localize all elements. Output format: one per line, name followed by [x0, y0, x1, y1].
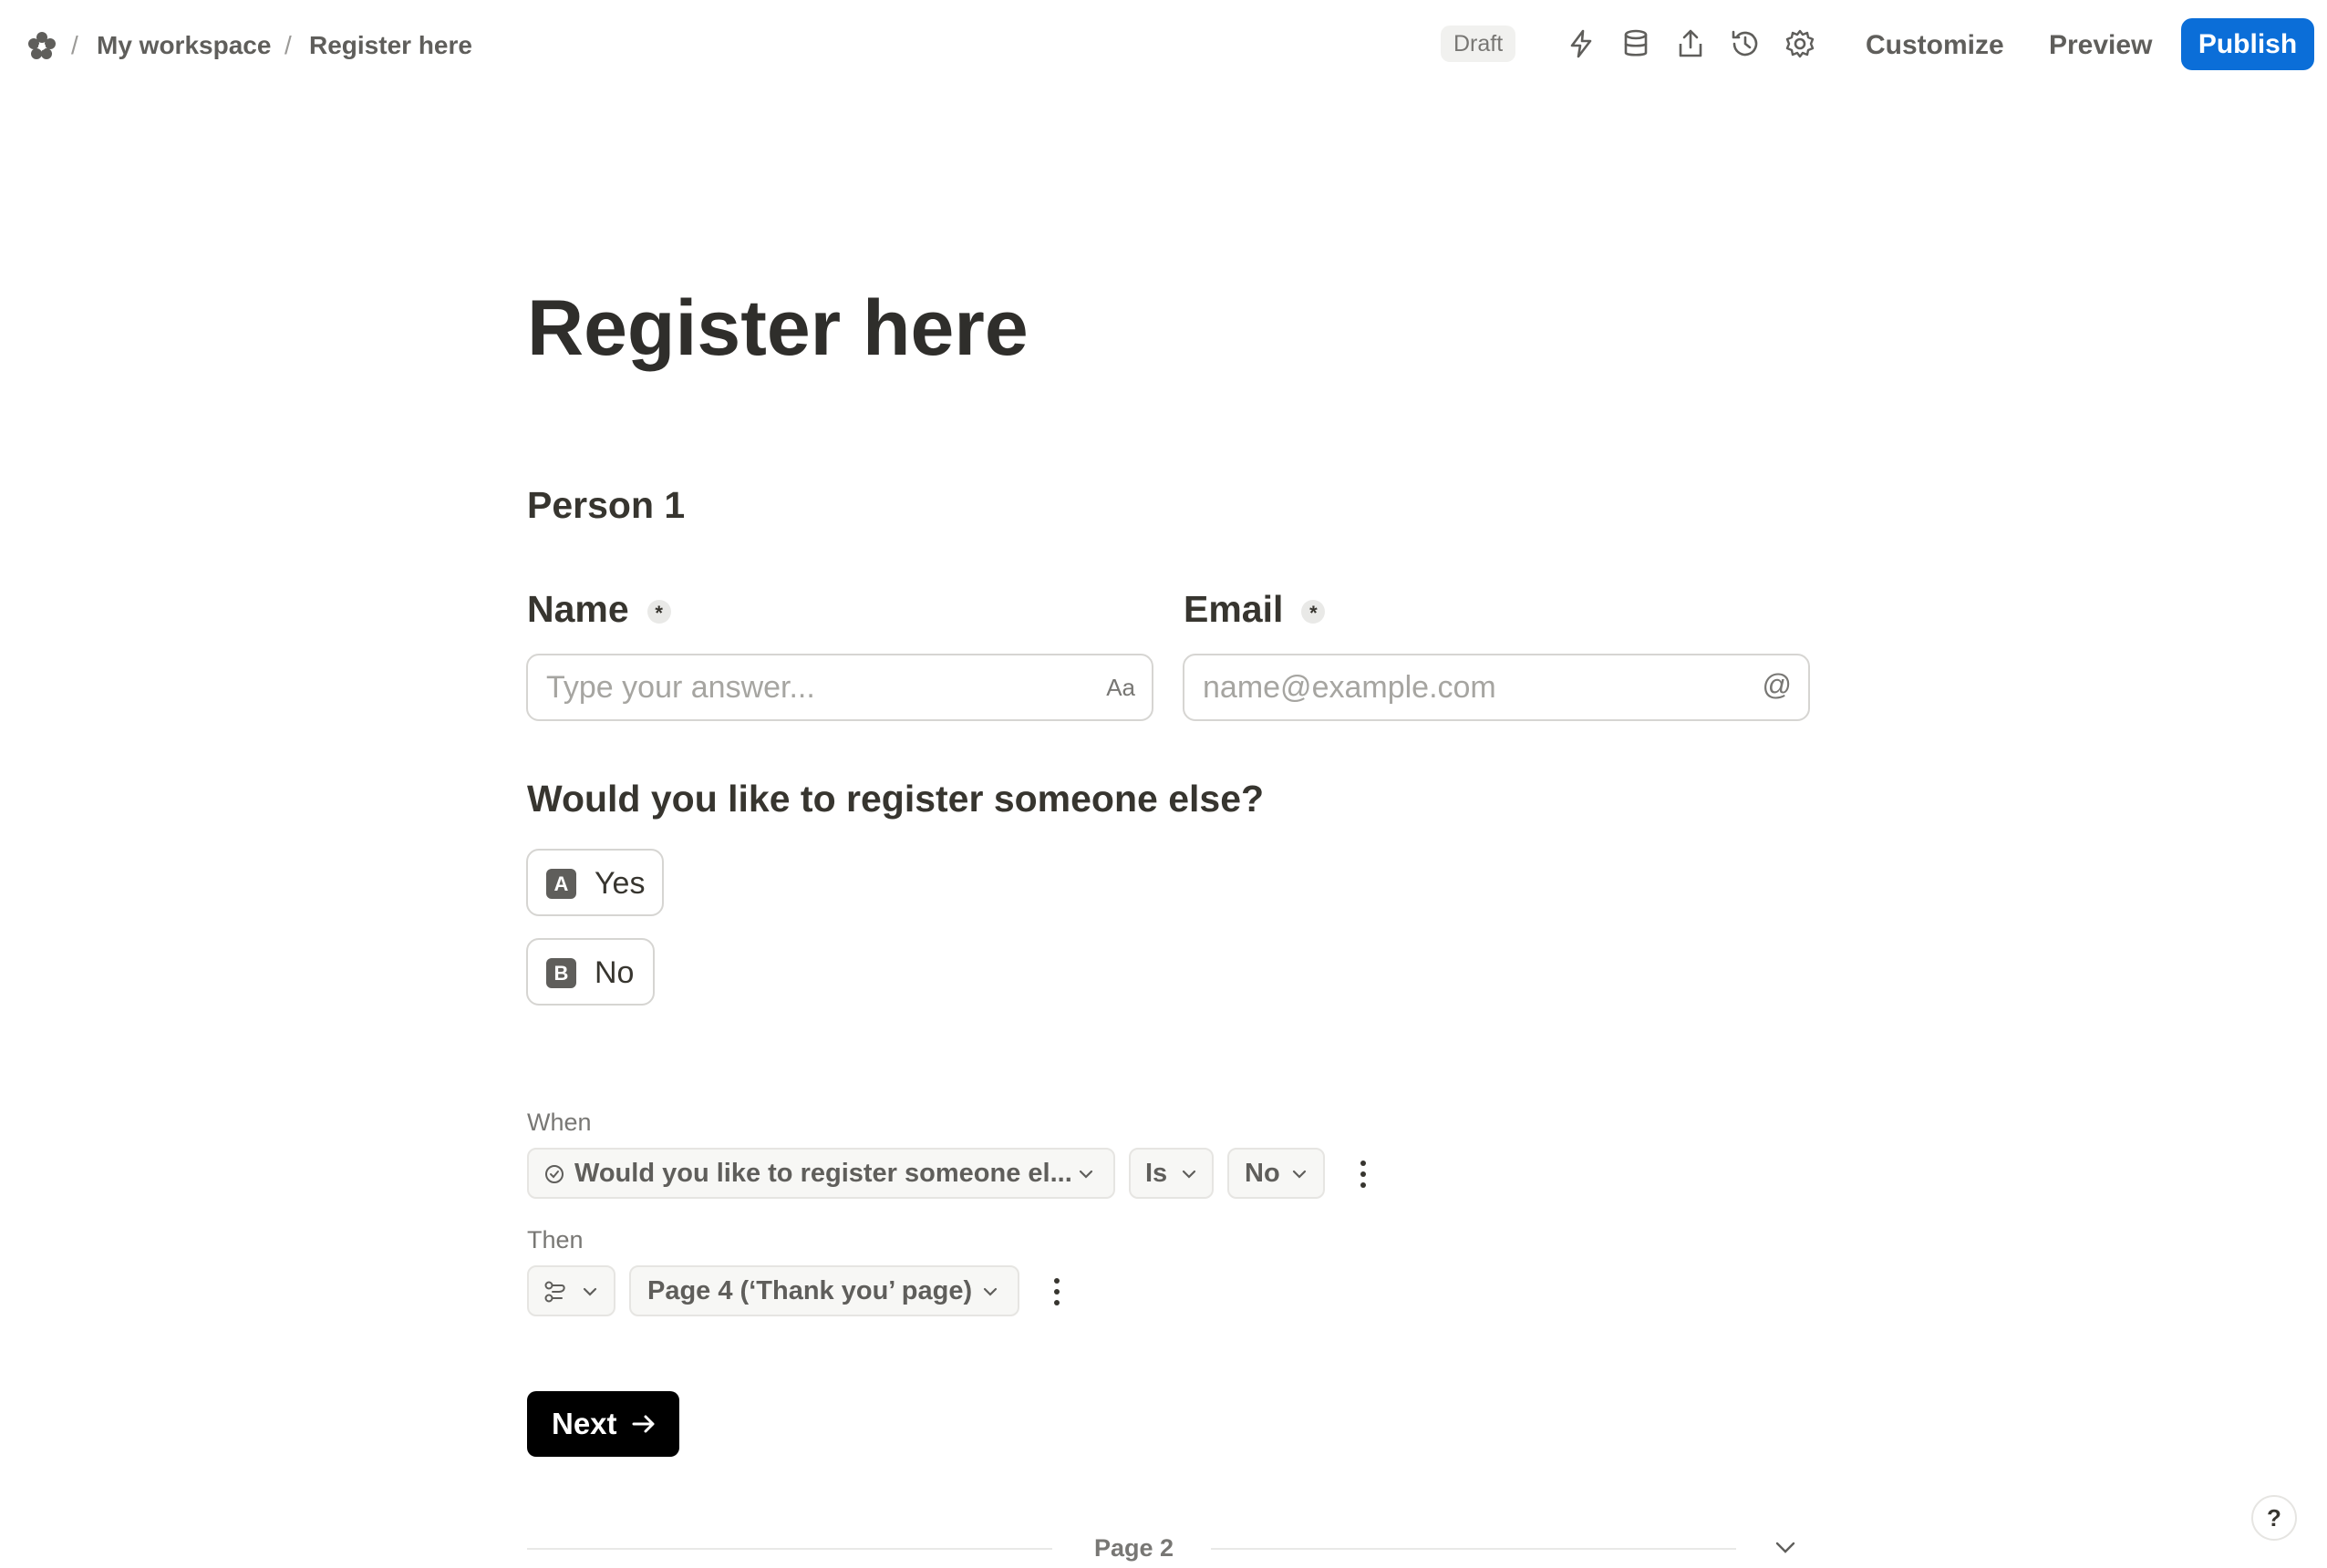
option-label: No: [595, 955, 635, 990]
target-page-dropdown[interactable]: Page 4 (‘Thank you’ page): [629, 1265, 1019, 1316]
chevron-down-icon: [982, 1284, 998, 1300]
page-label: Page 2: [1094, 1534, 1174, 1562]
automation-bolt-icon[interactable]: [1565, 27, 1598, 60]
name-field-label[interactable]: Name *: [527, 583, 671, 634]
check-circle-icon: [544, 1164, 564, 1184]
next-button[interactable]: Next: [527, 1391, 679, 1457]
share-icon[interactable]: [1674, 27, 1707, 60]
settings-gear-icon[interactable]: [1784, 27, 1816, 60]
preview-button[interactable]: Preview: [2049, 27, 2152, 64]
when-label: When: [527, 1109, 592, 1136]
condition-field-dropdown[interactable]: Would you like to register someone el...: [527, 1148, 1115, 1199]
chevron-down-icon: [1078, 1166, 1094, 1182]
condition-value-dropdown[interactable]: No: [1227, 1148, 1325, 1199]
condition-value-text: No: [1245, 1159, 1280, 1188]
workspace-logo-icon[interactable]: [26, 29, 58, 62]
next-button-label: Next: [552, 1407, 617, 1440]
page-divider-right: [1211, 1548, 1736, 1550]
branch-logic-icon: [543, 1280, 567, 1304]
then-label: Then: [527, 1226, 584, 1253]
operator-dropdown[interactable]: Is: [1129, 1148, 1214, 1199]
option-key-a: A: [546, 869, 576, 899]
email-input-box[interactable]: @: [1183, 654, 1810, 721]
status-badge: Draft: [1441, 26, 1516, 62]
name-label-text: Name: [527, 588, 629, 630]
action-type-dropdown[interactable]: [527, 1265, 615, 1316]
customize-button[interactable]: Customize: [1866, 27, 2004, 64]
publish-button[interactable]: Publish: [2181, 18, 2314, 70]
database-icon[interactable]: [1619, 27, 1652, 60]
email-label-text: Email: [1184, 588, 1284, 630]
name-input-box[interactable]: Aa: [526, 654, 1153, 721]
form-title[interactable]: Register here: [527, 278, 1029, 378]
name-input[interactable]: [546, 655, 1075, 719]
page-divider-left: [527, 1548, 1052, 1550]
action-more-options-icon[interactable]: [1046, 1274, 1068, 1310]
section-title[interactable]: Person 1: [527, 480, 685, 531]
chevron-down-icon: [1181, 1166, 1197, 1182]
breadcrumb-current-page[interactable]: Register here: [309, 29, 472, 62]
condition-more-options-icon[interactable]: [1352, 1156, 1374, 1192]
required-asterisk-icon: *: [1301, 600, 1326, 624]
operator-text: Is: [1145, 1159, 1168, 1188]
arrow-right-icon: [629, 1409, 658, 1439]
chevron-down-icon: [1291, 1166, 1308, 1182]
email-field-label[interactable]: Email *: [1184, 583, 1326, 634]
chevron-down-icon[interactable]: [1772, 1533, 1799, 1561]
required-asterisk-icon: *: [646, 600, 671, 624]
breadcrumb-separator: /: [71, 31, 78, 59]
condition-field-text: Would you like to register someone el...: [574, 1159, 1072, 1188]
help-button[interactable]: ?: [2251, 1495, 2297, 1541]
option-yes[interactable]: A Yes: [526, 849, 664, 916]
top-bar: / My workspace / Register here Draft Cus…: [0, 0, 2327, 91]
breadcrumb-separator: /: [284, 31, 292, 59]
target-page-text: Page 4 (‘Thank you’ page): [647, 1276, 973, 1305]
option-label: Yes: [595, 866, 646, 901]
at-sign-icon: @: [1762, 668, 1792, 701]
question-title[interactable]: Would you like to register someone else?: [527, 773, 1264, 824]
breadcrumb-workspace[interactable]: My workspace: [97, 29, 271, 62]
email-input[interactable]: [1203, 655, 1732, 719]
chevron-down-icon: [582, 1284, 598, 1300]
text-type-icon: Aa: [1106, 674, 1135, 701]
history-icon[interactable]: [1729, 27, 1762, 60]
option-key-b: B: [546, 958, 576, 988]
option-no[interactable]: B No: [526, 938, 655, 1006]
